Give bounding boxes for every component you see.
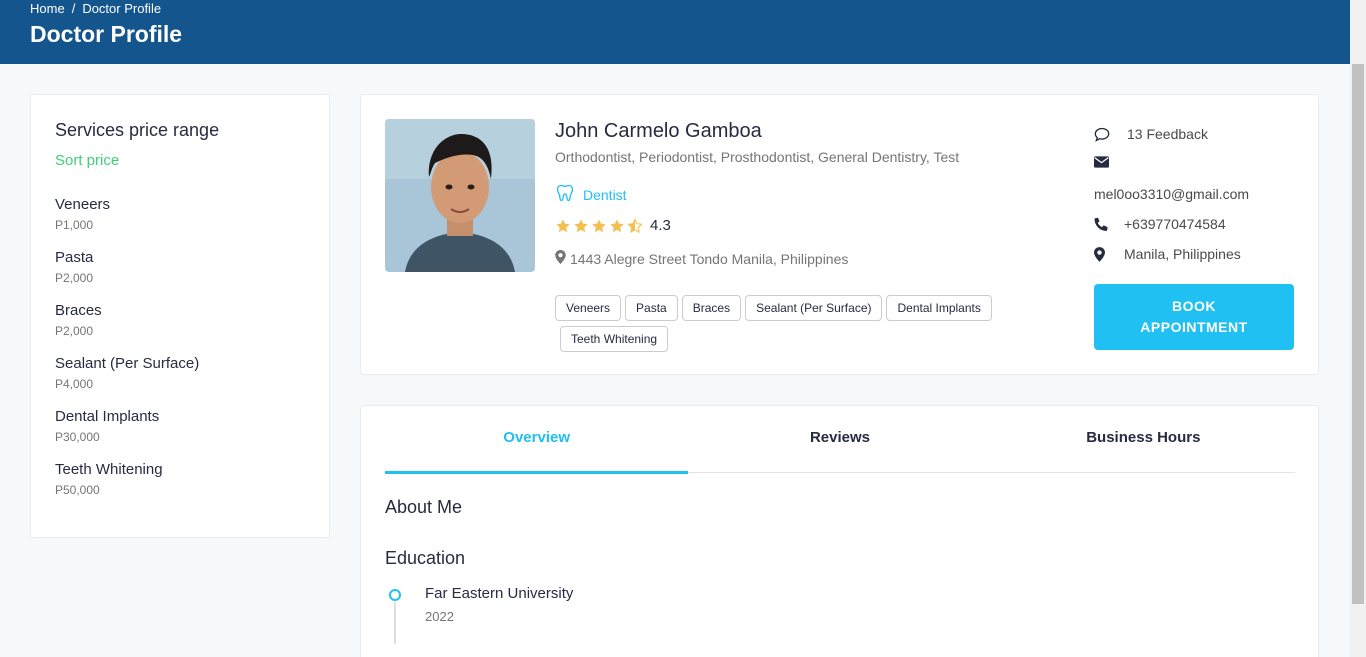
address-text: 1443 Alegre Street Tondo Manila, Philipp… xyxy=(570,250,849,267)
feedback-count[interactable]: 13 Feedback xyxy=(1127,126,1208,142)
email-icon-row xyxy=(1094,156,1109,168)
map-marker-icon xyxy=(555,250,566,267)
service-item: Sealant (Per Surface) P4,000 xyxy=(55,355,199,391)
phone-icon xyxy=(1094,217,1124,231)
doctor-name: John Carmelo Gamboa xyxy=(555,120,762,142)
service-tag: Veneers xyxy=(555,295,622,321)
breadcrumb-home-link[interactable]: Home xyxy=(30,1,65,16)
doctor-specialties: Orthodontist, Periodontist, Prosthodonti… xyxy=(555,149,960,165)
service-name: Braces xyxy=(55,302,102,319)
map-marker-icon xyxy=(1094,246,1124,262)
service-item: Veneers P1,000 xyxy=(55,196,110,232)
services-price-card: Services price range Sort price Veneers … xyxy=(30,94,330,538)
doctor-rating: 4.3 xyxy=(555,217,671,234)
service-name: Teeth Whitening xyxy=(55,461,163,478)
service-price: P1,000 xyxy=(55,218,94,232)
email-text[interactable]: mel0oo3310@gmail.com xyxy=(1094,186,1249,202)
star-full-icon xyxy=(574,218,588,232)
tab-bar: Overview Reviews Business Hours xyxy=(385,406,1295,474)
service-name: Sealant (Per Surface) xyxy=(55,355,200,372)
service-name: Dental Implants xyxy=(55,408,160,425)
service-tag: Sealant (Per Surface) xyxy=(745,295,883,321)
doctor-department: Dentist xyxy=(555,183,627,206)
service-tag: Teeth Whitening xyxy=(560,326,669,352)
comment-icon xyxy=(1094,127,1127,142)
book-label-line1: BOOK xyxy=(1172,298,1216,314)
department-label[interactable]: Dentist xyxy=(583,187,627,203)
service-name: Veneers xyxy=(55,196,111,213)
service-tags: Veneers Pasta Braces Sealant (Per Surfac… xyxy=(555,295,1045,352)
service-item: Braces P2,000 xyxy=(55,302,102,338)
education-title: Education xyxy=(385,548,466,568)
feedback-row: 13 Feedback xyxy=(1094,126,1208,142)
tab-reviews[interactable]: Reviews xyxy=(688,406,991,472)
service-price: P2,000 xyxy=(55,271,94,285)
star-half-icon xyxy=(627,217,643,233)
phone-text[interactable]: +639770474584 xyxy=(1124,216,1226,232)
service-item: Dental Implants P30,000 xyxy=(55,408,159,444)
rating-value: 4.3 xyxy=(650,217,671,234)
breadcrumb-separator: / xyxy=(71,1,76,16)
star-full-icon xyxy=(556,218,570,232)
service-price: P50,000 xyxy=(55,483,100,497)
service-tag: Braces xyxy=(681,295,742,321)
service-item: Teeth Whitening P50,000 xyxy=(55,461,163,497)
envelope-icon xyxy=(1094,156,1109,168)
book-appointment-button[interactable]: BOOK APPOINTMENT xyxy=(1094,284,1294,350)
doctor-profile-card: John Carmelo Gamboa Orthodontist, Period… xyxy=(360,94,1319,375)
services-price-title: Services price range xyxy=(55,120,220,140)
education-school: Far Eastern University xyxy=(425,585,574,602)
breadcrumb: Home / Doctor Profile xyxy=(30,1,161,16)
page-scrollbar[interactable] xyxy=(1350,0,1366,657)
phone-row: +639770474584 xyxy=(1094,216,1226,232)
education-year: 2022 xyxy=(425,609,454,624)
profile-tabs-card: Overview Reviews Business Hours About Me… xyxy=(360,405,1319,657)
about-me-title: About Me xyxy=(385,497,463,517)
timeline-dot-icon xyxy=(389,589,401,601)
service-price: P2,000 xyxy=(55,324,94,338)
sort-price-link[interactable]: Sort price xyxy=(55,152,119,169)
page-title: Doctor Profile xyxy=(30,21,183,47)
page-header: Home / Doctor Profile Doctor Profile xyxy=(0,0,1350,64)
service-price: P30,000 xyxy=(55,430,100,444)
service-tag: Pasta xyxy=(625,295,678,321)
service-name: Pasta xyxy=(55,249,94,266)
service-tag: Dental Implants xyxy=(886,295,992,321)
doctor-photo xyxy=(385,119,535,272)
star-full-icon xyxy=(592,218,606,232)
book-label-line2: APPOINTMENT xyxy=(1140,319,1248,335)
service-item: Pasta P2,000 xyxy=(55,249,93,285)
tooth-icon xyxy=(555,183,575,206)
tab-overview[interactable]: Overview xyxy=(385,406,689,474)
breadcrumb-current: Doctor Profile xyxy=(82,1,162,16)
location-row: Manila, Philippines xyxy=(1094,246,1241,262)
scrollbar-thumb[interactable] xyxy=(1352,64,1364,604)
tab-business-hours[interactable]: Business Hours xyxy=(992,406,1295,472)
service-price: P4,000 xyxy=(55,377,94,391)
email-row: mel0oo3310@gmail.com xyxy=(1094,186,1249,202)
star-full-icon xyxy=(610,218,624,232)
timeline-line xyxy=(394,602,396,644)
doctor-address: 1443 Alegre Street Tondo Manila, Philipp… xyxy=(555,250,848,267)
location-text: Manila, Philippines xyxy=(1124,246,1241,262)
